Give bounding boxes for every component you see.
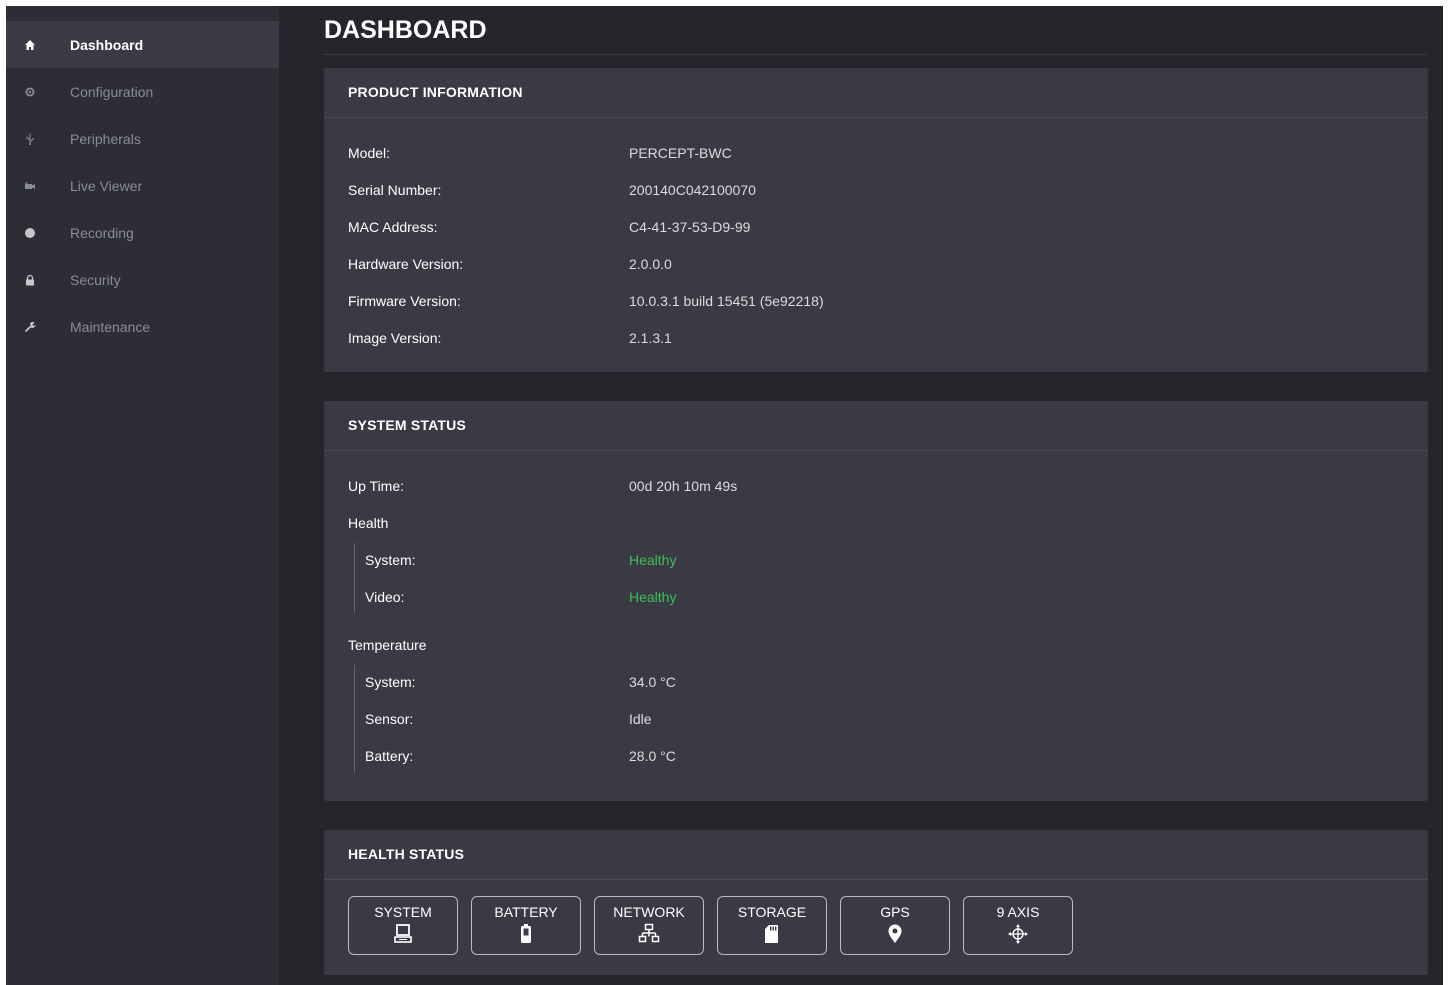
status-label: System: [365, 674, 416, 690]
health-button-network[interactable]: NETWORK [594, 896, 704, 955]
health-button-system[interactable]: SYSTEM [348, 896, 458, 955]
sidebar-item-label: Maintenance [70, 318, 151, 335]
health-status-value: Healthy [629, 589, 677, 605]
info-label: Image Version: [348, 330, 442, 346]
health-button-gps[interactable]: GPS [840, 896, 950, 955]
card-header: PRODUCT INFORMATION [324, 68, 1428, 118]
health-button-label: SYSTEM [374, 904, 432, 920]
product-information-card: PRODUCT INFORMATION Model: PERCEPT-BWC S… [324, 68, 1428, 372]
card-header: HEALTH STATUS [324, 830, 1428, 880]
info-label: Hardware Version: [348, 256, 464, 272]
health-button-label: GPS [880, 904, 910, 920]
sidebar-item-dashboard[interactable]: Dashboard [6, 21, 279, 68]
sidebar-item-label: Live Viewer [70, 177, 143, 194]
sd-card-icon [718, 923, 826, 945]
title-divider [324, 54, 1427, 55]
info-label: Firmware Version: [348, 293, 461, 309]
info-label: Model: [348, 145, 391, 161]
card-title: SYSTEM STATUS [348, 417, 466, 433]
battery-icon [472, 923, 580, 945]
temperature-group-bar [354, 665, 355, 773]
info-value: 200140C042100070 [629, 182, 756, 198]
sidebar-item-label: Peripherals [70, 130, 141, 147]
health-button-9-axis[interactable]: 9 AXIS [963, 896, 1073, 955]
health-button-label: 9 AXIS [996, 904, 1040, 920]
status-value: 28.0 °C [629, 748, 676, 764]
usb-icon [22, 131, 38, 147]
sidebar-item-label: Dashboard [70, 36, 144, 53]
health-button-storage[interactable]: STORAGE [717, 896, 827, 955]
sidebar-item-live-viewer[interactable]: Live Viewer [6, 162, 279, 209]
card-title: PRODUCT INFORMATION [348, 84, 523, 100]
sidebar-item-maintenance[interactable]: Maintenance [6, 303, 279, 350]
card-header: SYSTEM STATUS [324, 401, 1428, 451]
lock-icon [22, 272, 38, 288]
sidebar-item-recording[interactable]: Recording [6, 209, 279, 256]
wrench-icon [22, 319, 38, 335]
status-value: 00d 20h 10m 49s [629, 478, 738, 494]
info-label: MAC Address: [348, 219, 438, 235]
sidebar-item-label: Security [70, 271, 121, 288]
temperature-group-label: Temperature [348, 637, 427, 653]
info-value: 2.1.3.1 [629, 330, 672, 346]
info-value: 2.0.0.0 [629, 256, 672, 272]
health-group-bar [354, 543, 355, 613]
health-button-label: STORAGE [737, 904, 807, 920]
sidebar-item-label: Recording [70, 224, 134, 241]
info-label: Serial Number: [348, 182, 442, 198]
info-value: PERCEPT-BWC [629, 145, 732, 161]
status-label: Sensor: [365, 711, 414, 727]
info-value: 10.0.3.1 build 15451 (5e92218) [629, 293, 824, 309]
health-button-battery[interactable]: BATTERY [471, 896, 581, 955]
health-status-card: HEALTH STATUS SYSTEM BATTERY NETWORK STO… [324, 830, 1428, 975]
status-label: Battery: [365, 748, 414, 764]
card-title: HEALTH STATUS [348, 846, 465, 862]
health-button-label: BATTERY [494, 904, 558, 920]
map-pin-icon [841, 923, 949, 945]
home-icon [22, 37, 38, 53]
health-status-value: Healthy [629, 552, 677, 568]
axis-icon [964, 923, 1072, 945]
system-status-card: SYSTEM STATUS Up Time: 00d 20h 10m 49s H… [324, 401, 1428, 801]
status-label: Up Time: [348, 478, 405, 494]
network-icon [595, 923, 703, 945]
computer-icon [349, 923, 457, 945]
app-frame: Dashboard Configuration Peripherals Live… [6, 6, 1443, 985]
status-label: System: [365, 552, 416, 568]
page-title: DASHBOARD [324, 16, 487, 44]
status-value: Idle [629, 711, 652, 727]
gear-icon [22, 84, 38, 100]
camera-icon [22, 178, 38, 194]
sidebar: Dashboard Configuration Peripherals Live… [6, 6, 279, 985]
sidebar-item-configuration[interactable]: Configuration [6, 68, 279, 115]
sidebar-item-security[interactable]: Security [6, 256, 279, 303]
sidebar-item-peripherals[interactable]: Peripherals [6, 115, 279, 162]
status-label: Video: [365, 589, 405, 605]
sidebar-item-label: Configuration [70, 83, 154, 100]
status-value: 34.0 °C [629, 674, 676, 690]
info-value: C4-41-37-53-D9-99 [629, 219, 751, 235]
record-dot-icon [22, 225, 38, 241]
health-group-label: Health [348, 515, 389, 531]
health-button-label: NETWORK [613, 904, 685, 920]
